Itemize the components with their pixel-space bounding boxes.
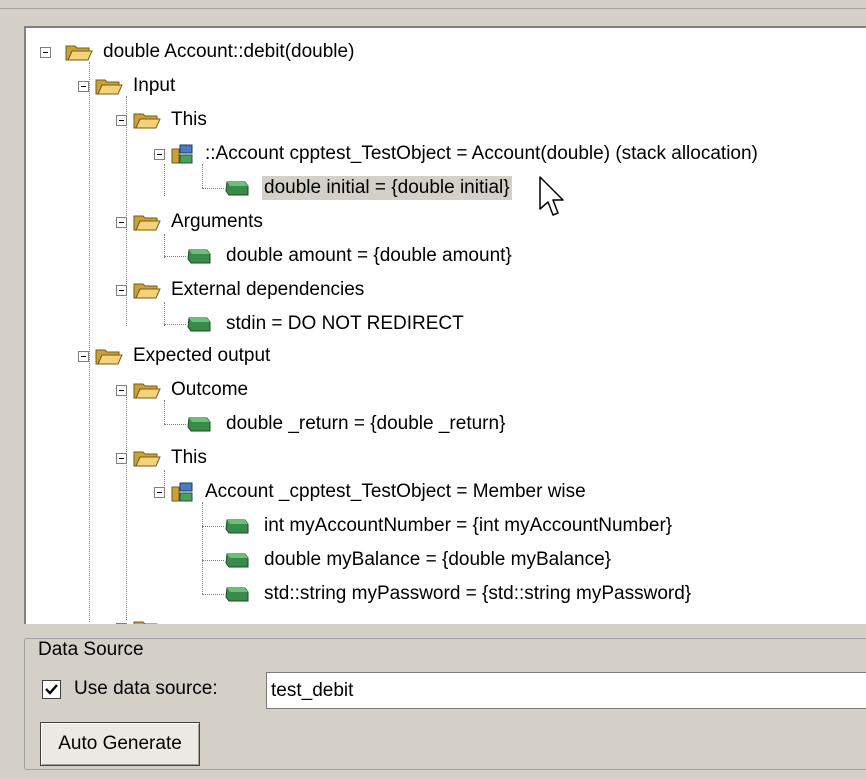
tree-node-member-wise[interactable]: Account _cpptest_TestObject = Member wis… <box>154 476 588 508</box>
collapse-icon[interactable] <box>116 216 127 228</box>
folder-open-icon <box>133 451 161 467</box>
tree-node-double-initial[interactable]: double initial = {double initial} <box>202 172 512 204</box>
tree-line <box>126 390 127 620</box>
data-source-group-title: Data Source <box>34 639 148 661</box>
tree-node-label: Account _cpptest_TestObject = Member wis… <box>205 481 586 502</box>
use-data-source-label: Use data source: <box>74 678 218 699</box>
tree-line <box>202 187 224 189</box>
folder-open-icon <box>133 283 161 299</box>
tree-line <box>164 323 186 325</box>
tree-node-label: Expected output <box>133 345 271 366</box>
tree-node-label: double _return = {double _return} <box>226 413 506 434</box>
use-data-source-checkbox[interactable] <box>42 680 61 699</box>
object-icon <box>171 482 193 502</box>
folder-open-icon <box>65 45 93 61</box>
folder-open-icon <box>95 79 123 95</box>
data-source-input[interactable] <box>266 672 866 709</box>
tree-node-root[interactable]: double Account::debit(double) <box>40 36 356 68</box>
tree-node-partial[interactable] <box>116 612 169 624</box>
value-icon <box>187 317 211 332</box>
tree-node-my-password[interactable]: std::string myPassword = {std::string my… <box>202 578 693 610</box>
tree-node-label: std::string myPassword = {std::string my… <box>264 583 692 604</box>
tree-node-label: stdin = DO NOT REDIRECT <box>226 313 464 334</box>
tree-node-label: double myBalance = {double myBalance} <box>264 549 611 570</box>
tree-node-label: double initial = {double initial} <box>262 176 512 200</box>
tree-node-label: Arguments <box>171 211 263 232</box>
tree-node-label: Outcome <box>171 379 249 400</box>
value-icon <box>187 417 211 432</box>
tree-node-my-balance[interactable]: double myBalance = {double myBalance} <box>202 544 613 576</box>
tree-node-label: int myAccountNumber = {int myAccountNumb… <box>264 515 673 536</box>
top-edge <box>0 0 866 9</box>
tree-node-stdin[interactable]: stdin = DO NOT REDIRECT <box>164 308 466 340</box>
tree-node-this-expected[interactable]: This <box>116 442 209 474</box>
tree-node-arguments[interactable]: Arguments <box>116 206 265 238</box>
collapse-icon[interactable] <box>154 486 165 498</box>
test-case-tree[interactable]: double Account::debit(double) Input This… <box>24 26 866 624</box>
value-icon <box>225 553 249 568</box>
mouse-cursor-icon <box>539 176 564 216</box>
tree-node-outcome[interactable]: Outcome <box>116 374 250 406</box>
collapse-icon[interactable] <box>78 80 89 92</box>
folder-open-icon <box>95 349 123 365</box>
folder-open-icon <box>133 113 161 129</box>
value-icon <box>225 587 249 602</box>
tree-node-label: double amount = {double amount} <box>226 245 512 266</box>
tree-line <box>202 559 224 561</box>
folder-open-icon <box>133 383 161 399</box>
tree-line <box>164 255 186 257</box>
collapse-icon[interactable] <box>116 622 127 624</box>
tree-node-label: External dependencies <box>171 279 365 300</box>
tree-node-double-amount[interactable]: double amount = {double amount} <box>164 240 514 272</box>
value-icon <box>187 249 211 264</box>
tree-line <box>202 593 224 595</box>
tree-node-label: This <box>171 109 207 130</box>
collapse-icon[interactable] <box>154 148 165 160</box>
tree-line <box>164 423 186 425</box>
tree-node-label: double Account::debit(double) <box>103 41 355 62</box>
object-icon <box>171 144 193 164</box>
value-icon <box>225 519 249 534</box>
folder-open-icon <box>133 621 158 624</box>
tree-node-double-return[interactable]: double _return = {double _return} <box>164 408 507 440</box>
folder-open-icon <box>133 215 161 231</box>
checkmark-icon <box>45 684 58 695</box>
auto-generate-button[interactable]: Auto Generate <box>40 722 200 766</box>
tree-node-this[interactable]: This <box>116 104 209 136</box>
tree-node-my-account-number[interactable]: int myAccountNumber = {int myAccountNumb… <box>202 510 674 542</box>
collapse-icon[interactable] <box>116 284 127 296</box>
value-icon <box>225 181 249 196</box>
collapse-icon[interactable] <box>116 452 127 464</box>
tree-node-expected-output[interactable]: Expected output <box>78 340 272 372</box>
tree-node-input[interactable]: Input <box>78 70 177 102</box>
tree-node-label: Input <box>133 75 176 96</box>
collapse-icon[interactable] <box>116 384 127 396</box>
tree-node-label: This <box>171 447 207 468</box>
collapse-icon[interactable] <box>40 46 51 58</box>
tree-node-external-dependencies[interactable]: External dependencies <box>116 274 366 306</box>
collapse-icon[interactable] <box>116 114 127 126</box>
tree-node-test-object[interactable]: ::Account cpptest_TestObject = Account(d… <box>154 138 760 170</box>
collapse-icon[interactable] <box>78 350 89 362</box>
tree-line <box>202 525 224 527</box>
tree-node-label: ::Account cpptest_TestObject = Account(d… <box>205 143 758 164</box>
